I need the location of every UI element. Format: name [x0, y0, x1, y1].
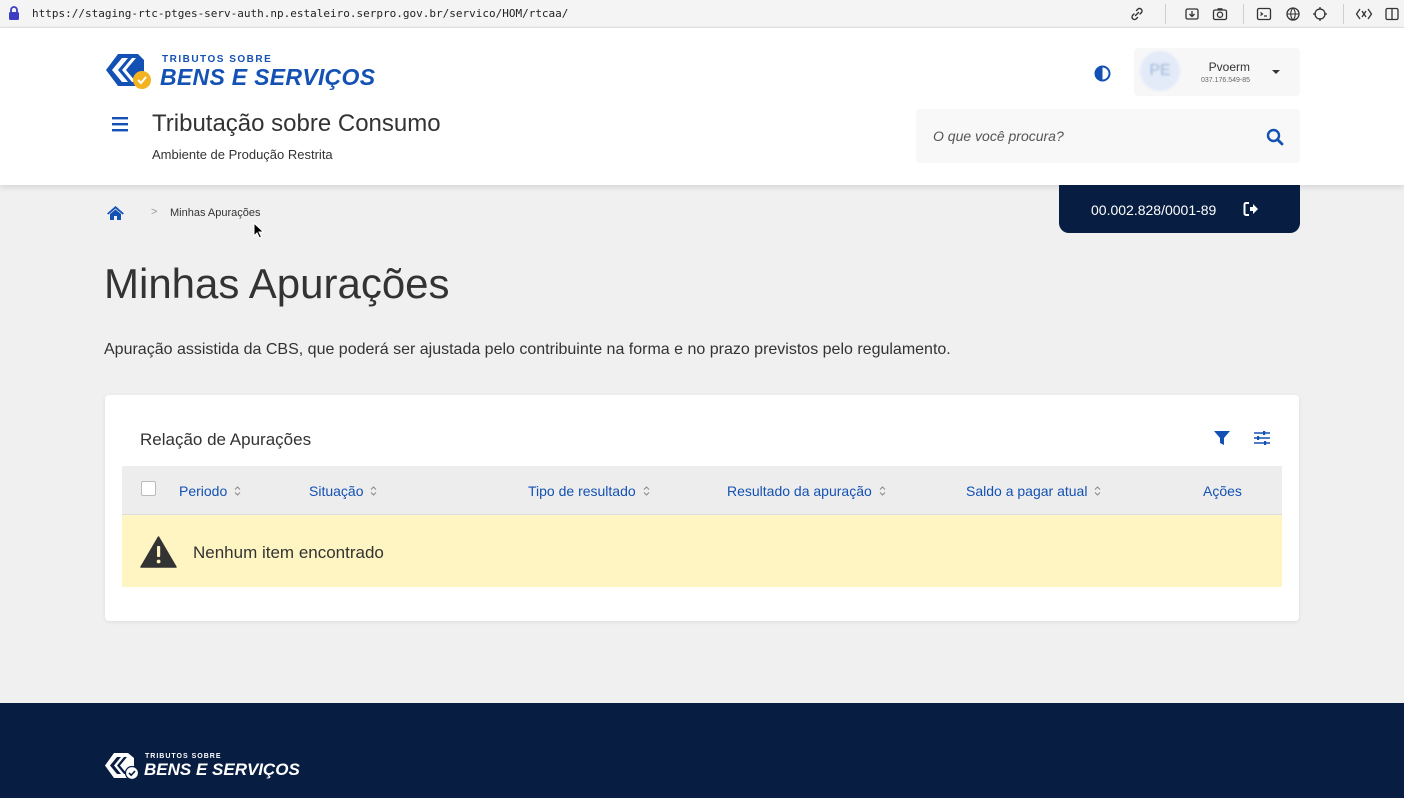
sliders-icon[interactable]: [1253, 429, 1271, 447]
chevron-right-icon: >: [151, 206, 158, 218]
terminal-icon[interactable]: [1254, 4, 1274, 24]
sort-icon: [879, 486, 886, 496]
sort-icon: [234, 486, 241, 496]
column-header-saldo-pagar[interactable]: Saldo a pagar atual: [966, 483, 1101, 499]
user-cpf: 037.176.549-85: [1200, 77, 1250, 84]
page-title: Minhas Apurações: [104, 260, 450, 307]
user-menu[interactable]: PE Pvoerm 037.176.549-85: [1134, 48, 1300, 96]
sort-icon: [1095, 486, 1101, 496]
download-icon[interactable]: [1182, 4, 1202, 24]
column-header-situacao[interactable]: Situação: [309, 483, 377, 499]
mouse-cursor-icon: [253, 222, 265, 239]
avatar: PE: [1140, 51, 1180, 91]
search-input[interactable]: [916, 109, 1256, 163]
column-header-acoes: Ações: [1203, 483, 1242, 499]
column-header-tipo-resultado[interactable]: Tipo de resultado: [528, 483, 650, 499]
breadcrumb-current: Minhas Apurações: [170, 207, 261, 219]
browser-url[interactable]: https://staging-rtc-ptges-serv-auth.np.e…: [32, 7, 568, 20]
page-description: Apuração assistida da CBS, que poderá se…: [104, 341, 951, 358]
sign-out-icon[interactable]: [1243, 201, 1259, 217]
table-header: Periodo Situação Tipo de resultado Resul…: [122, 466, 1282, 515]
system-subtitle: Ambiente de Produção Restrita: [152, 147, 333, 162]
company-cnpj: 00.002.828/0001-89: [1091, 202, 1217, 218]
table-title: Relação de Apurações: [140, 430, 312, 449]
browser-address-bar: https://staging-rtc-ptges-serv-auth.np.e…: [0, 0, 1404, 28]
tag-logo-icon: [106, 54, 151, 89]
apuracoes-card: Relação de Apurações Periodo Situação Ti…: [105, 395, 1299, 621]
home-icon[interactable]: [106, 205, 125, 221]
extension-icon[interactable]: [1354, 4, 1374, 24]
column-header-resultado-apuracao[interactable]: Resultado da apuração: [727, 483, 886, 499]
chevron-down-icon: [1272, 70, 1280, 74]
footer-logo-small-text: TRIBUTOS SOBRE: [145, 753, 222, 760]
camera-icon[interactable]: [1210, 4, 1230, 24]
empty-message: Nenhum item encontrado: [193, 543, 384, 562]
footer-logo[interactable]: TRIBUTOS SOBRE BENS E SERVIÇOS: [104, 751, 304, 783]
footer-logo-big-text: BENS E SERVIÇOS: [144, 760, 300, 779]
filter-icon[interactable]: [1213, 429, 1231, 447]
user-name: Pvoerm: [1208, 60, 1250, 74]
logo-big-text: BENS E SERVIÇOS: [160, 64, 376, 90]
select-all-checkbox[interactable]: [141, 481, 156, 496]
contrast-toggle-icon[interactable]: [1094, 65, 1111, 82]
crosshair-icon[interactable]: [1310, 4, 1330, 24]
empty-state-row: Nenhum item encontrado: [122, 515, 1282, 587]
search-icon[interactable]: [1266, 128, 1284, 146]
hamburger-menu-icon[interactable]: [110, 114, 130, 134]
globe-icon[interactable]: [1283, 4, 1303, 24]
sidebar-icon[interactable]: [1382, 4, 1402, 24]
company-cnpj-badge[interactable]: 00.002.828/0001-89: [1059, 185, 1300, 233]
search-box: [916, 109, 1300, 163]
site-logo[interactable]: TRIBUTOS SOBRE BENS E SERVIÇOS: [104, 50, 375, 96]
sort-icon: [643, 486, 650, 496]
system-title: Tributação sobre Consumo: [152, 110, 441, 137]
warning-icon: [140, 536, 177, 568]
site-header: TRIBUTOS SOBRE BENS E SERVIÇOS PE Pvoerm…: [0, 28, 1404, 185]
lock-icon: [9, 6, 19, 20]
sort-icon: [371, 486, 377, 496]
site-footer: TRIBUTOS SOBRE BENS E SERVIÇOS: [0, 703, 1404, 798]
column-header-periodo[interactable]: Periodo: [179, 483, 241, 499]
tag-logo-icon: [105, 753, 140, 781]
link-icon[interactable]: [1127, 4, 1147, 24]
